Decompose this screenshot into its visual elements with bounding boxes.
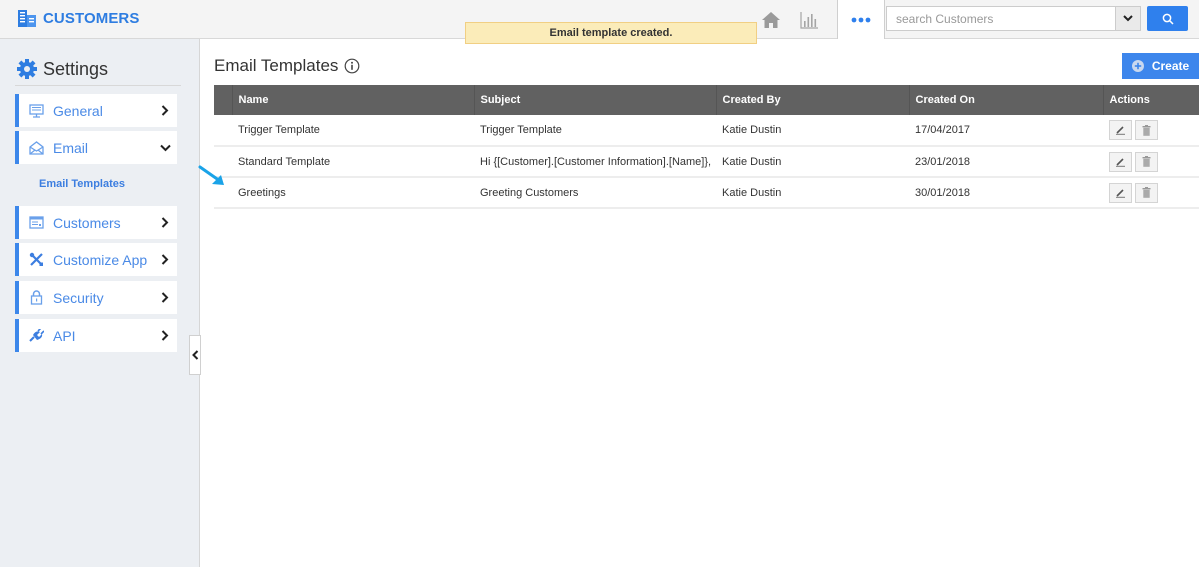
template-created-by: Katie Dustin	[722, 124, 782, 136]
template-created-by: Katie Dustin	[722, 155, 782, 168]
chevron-right-icon	[157, 254, 173, 265]
column-header-name[interactable]: Name	[231, 85, 474, 115]
app-title: CUSTOMERS	[43, 9, 140, 27]
sidebar-item-label: Email	[53, 139, 89, 156]
envelope-icon	[28, 140, 44, 155]
page-title-text: Email Templates	[214, 56, 339, 75]
chevron-right-icon	[157, 105, 173, 116]
search-button[interactable]	[1147, 6, 1188, 31]
home-icon	[762, 11, 780, 28]
chevron-right-icon	[157, 217, 173, 228]
column-header-actions: Actions	[1102, 85, 1199, 115]
pencil-icon	[1116, 126, 1125, 135]
chevron-right-icon	[157, 292, 173, 303]
row-actions	[1103, 177, 1199, 208]
create-button-label: Create	[1151, 59, 1190, 73]
settings-title: Settings	[43, 58, 109, 79]
reports-button[interactable]	[790, 0, 828, 39]
monitor-icon	[28, 103, 44, 118]
search-box	[886, 6, 1141, 31]
sidebar-item-label: General	[53, 102, 103, 119]
collapse-sidebar-button[interactable]	[189, 335, 201, 375]
app-brand[interactable]: CUSTOMERS	[17, 8, 139, 28]
table-row[interactable]: Trigger Template Trigger Template Katie …	[214, 115, 1199, 146]
template-name[interactable]: Greetings	[232, 177, 474, 208]
sidebar-item-security[interactable]: Security	[15, 281, 177, 314]
chevron-left-icon	[191, 350, 198, 360]
template-subject: Greeting Customers	[480, 186, 579, 199]
template-created-on: 17/04/2017	[915, 124, 971, 136]
plug-icon	[28, 329, 44, 342]
sidebar-item-api[interactable]: API	[15, 319, 177, 352]
search-icon	[1162, 13, 1174, 25]
more-icon	[851, 17, 871, 22]
chart-icon	[800, 11, 818, 29]
divider	[15, 85, 181, 86]
template-created-by: Katie Dustin	[722, 186, 782, 199]
sidebar-item-label: API	[53, 327, 76, 344]
table-row[interactable]: Greetings Greeting Customers Katie Dusti…	[214, 177, 1199, 208]
delete-button[interactable]	[1135, 120, 1158, 140]
more-button[interactable]	[837, 0, 885, 39]
sidebar-item-label: Security	[53, 289, 104, 306]
gear-icon	[17, 59, 37, 79]
home-button[interactable]	[752, 0, 790, 39]
row-actions	[1103, 146, 1199, 177]
template-name[interactable]: Trigger Template	[232, 115, 474, 146]
chevron-right-icon	[157, 330, 173, 341]
edit-button[interactable]	[1109, 120, 1132, 140]
tools-icon	[28, 252, 44, 267]
search-input[interactable]	[887, 7, 1115, 30]
plus-circle-icon	[1131, 60, 1144, 72]
edit-button[interactable]	[1109, 151, 1132, 172]
lock-icon	[28, 290, 44, 305]
chevron-down-icon	[1123, 15, 1133, 22]
trash-icon	[1142, 187, 1151, 198]
sidebar-item-label: Customers	[53, 214, 121, 231]
column-header-subject[interactable]: Subject	[473, 85, 716, 115]
template-created-on: 30/01/2018	[915, 186, 971, 199]
settings-heading: Settings	[16, 58, 108, 80]
sidebar-item-customers[interactable]: Customers	[15, 206, 177, 239]
row-actions	[1103, 115, 1199, 146]
template-name[interactable]: Standard Template	[232, 146, 474, 177]
delete-button[interactable]	[1135, 182, 1158, 203]
trash-icon	[1142, 124, 1151, 136]
template-subject: Trigger Template	[480, 124, 562, 136]
page-title: Email Templates	[214, 56, 360, 76]
sidebar-item-label: Customize App	[53, 251, 148, 268]
template-created-on: 23/01/2018	[915, 155, 971, 168]
sidebar-item-general[interactable]: General	[15, 94, 177, 127]
select-column-header	[214, 85, 232, 115]
search-scope-dropdown[interactable]	[1115, 7, 1140, 30]
chevron-down-icon	[157, 144, 173, 152]
annotation-arrow-icon	[198, 165, 224, 185]
email-templates-table: Name Subject Created By Created On Actio…	[214, 85, 1199, 209]
edit-button[interactable]	[1109, 182, 1132, 203]
table-row[interactable]: Standard Template Hi {[Customer].[Custom…	[214, 146, 1199, 177]
building-icon	[18, 10, 36, 27]
sidebar-item-customize-app[interactable]: Customize App	[15, 243, 177, 276]
info-icon[interactable]	[344, 58, 360, 74]
pencil-icon	[1116, 157, 1125, 167]
create-button[interactable]: Create	[1122, 53, 1199, 79]
delete-button[interactable]	[1135, 151, 1158, 172]
column-header-created-by[interactable]: Created By	[715, 85, 909, 115]
trash-icon	[1142, 156, 1151, 167]
table-header-row: Name Subject Created By Created On Actio…	[214, 85, 1199, 115]
pencil-icon	[1116, 188, 1125, 198]
column-header-created-on[interactable]: Created On	[908, 85, 1103, 115]
settings-sidebar: Settings General Email Email Templates C…	[0, 39, 200, 567]
toast-notification: Email template created.	[465, 22, 757, 44]
main-content: Email Templates Create Name Subject Crea…	[201, 39, 1199, 567]
sidebar-item-email[interactable]: Email	[15, 131, 177, 164]
sidebar-subitem-email-templates[interactable]: Email Templates	[39, 178, 125, 190]
form-icon	[28, 216, 44, 229]
template-subject: Hi {[Customer].[Customer Information].[N…	[480, 155, 712, 168]
